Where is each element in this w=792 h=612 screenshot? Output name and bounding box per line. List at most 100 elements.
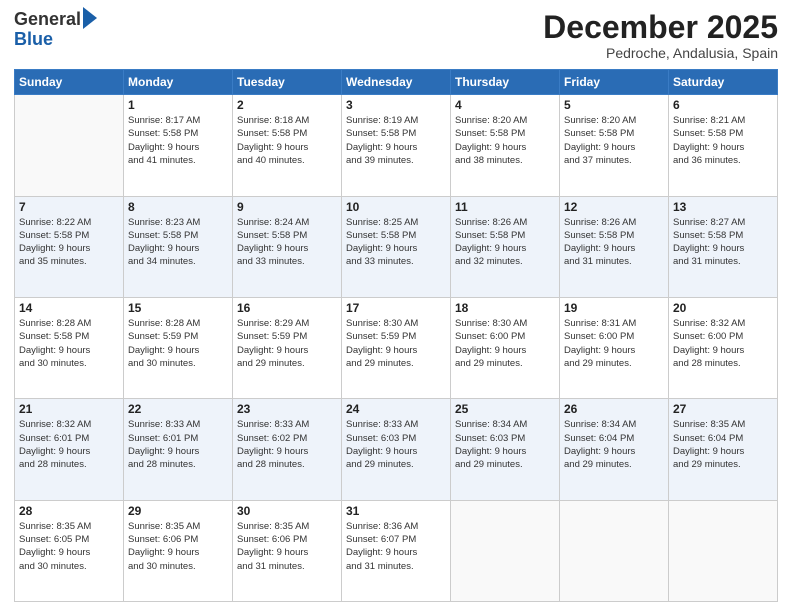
day-info: Sunrise: 8:30 AM Sunset: 5:59 PM Dayligh…	[346, 317, 446, 370]
table-row: 6Sunrise: 8:21 AM Sunset: 5:58 PM Daylig…	[669, 95, 778, 196]
day-number: 30	[237, 504, 337, 518]
day-number: 24	[346, 402, 446, 416]
logo: General Blue	[14, 10, 97, 50]
page-container: General Blue December 2025 Pedroche, And…	[0, 0, 792, 612]
header-thursday: Thursday	[451, 70, 560, 95]
table-row: 4Sunrise: 8:20 AM Sunset: 5:58 PM Daylig…	[451, 95, 560, 196]
day-number: 5	[564, 98, 664, 112]
location: Pedroche, Andalusia, Spain	[543, 45, 778, 61]
table-row: 8 Sunrise: 8:23 AM Sunset: 5:58 PM Daylig…	[124, 196, 233, 297]
logo-general: General	[14, 10, 81, 30]
day-info: Sunrise: 8:31 AM Sunset: 6:00 PM Dayligh…	[564, 317, 664, 370]
table-row	[669, 500, 778, 601]
header-friday: Friday	[560, 70, 669, 95]
day-info: Sunrise: 8:33 AM Sunset: 6:01 PM Dayligh…	[128, 418, 228, 471]
calendar-week-row: 1 Sunrise: 8:17 AM Sunset: 5:58 PM Daylig…	[15, 95, 778, 196]
calendar-table: Sunday Monday Tuesday Wednesday Thursday…	[14, 69, 778, 602]
day-number: 28	[19, 504, 119, 518]
table-row: 13 Sunrise: 8:27 AM Sunset: 5:58 PM Dayli…	[669, 196, 778, 297]
table-row: 21Sunrise: 8:32 AM Sunset: 6:01 PM Dayli…	[15, 399, 124, 500]
calendar-week-row: 21Sunrise: 8:32 AM Sunset: 6:01 PM Dayli…	[15, 399, 778, 500]
table-row: 29 Sunrise: 8:35 AM Sunset: 6:06 PM Dayli…	[124, 500, 233, 601]
table-row: 25Sunrise: 8:34 AM Sunset: 6:03 PM Dayli…	[451, 399, 560, 500]
logo-blue: Blue	[14, 30, 97, 50]
day-number: 22	[128, 402, 228, 416]
calendar-header-row: Sunday Monday Tuesday Wednesday Thursday…	[15, 70, 778, 95]
table-row: 10 Sunrise: 8:25 AM Sunset: 5:58 PM Dayli…	[342, 196, 451, 297]
calendar-week-row: 14 Sunrise: 8:28 AM Sunset: 5:58 PM Dayli…	[15, 297, 778, 398]
table-row: 31Sunrise: 8:36 AM Sunset: 6:07 PM Dayli…	[342, 500, 451, 601]
table-row: 27Sunrise: 8:35 AM Sunset: 6:04 PM Dayli…	[669, 399, 778, 500]
day-number: 27	[673, 402, 773, 416]
day-number: 23	[237, 402, 337, 416]
table-row: 14 Sunrise: 8:28 AM Sunset: 5:58 PM Dayli…	[15, 297, 124, 398]
table-row: 18Sunrise: 8:30 AM Sunset: 6:00 PM Dayli…	[451, 297, 560, 398]
calendar-week-row: 7 Sunrise: 8:22 AM Sunset: 5:58 PM Daylig…	[15, 196, 778, 297]
table-row: 12Sunrise: 8:26 AM Sunset: 5:58 PM Dayli…	[560, 196, 669, 297]
day-number: 21	[19, 402, 119, 416]
day-number: 10	[346, 200, 446, 214]
day-info: Sunrise: 8:19 AM Sunset: 5:58 PM Dayligh…	[346, 114, 446, 167]
day-info: Sunrise: 8:18 AM Sunset: 5:58 PM Dayligh…	[237, 114, 337, 167]
title-area: December 2025 Pedroche, Andalusia, Spain	[543, 10, 778, 61]
day-number: 3	[346, 98, 446, 112]
day-number: 25	[455, 402, 555, 416]
day-number: 1	[128, 98, 228, 112]
header-wednesday: Wednesday	[342, 70, 451, 95]
day-info: Sunrise: 8:26 AM Sunset: 5:58 PM Dayligh…	[455, 216, 555, 269]
day-info: Sunrise: 8:35 AM Sunset: 6:05 PM Dayligh…	[19, 520, 119, 573]
table-row	[560, 500, 669, 601]
month-title: December 2025	[543, 10, 778, 45]
table-row: 3 Sunrise: 8:19 AM Sunset: 5:58 PM Daylig…	[342, 95, 451, 196]
day-number: 12	[564, 200, 664, 214]
table-row: 7 Sunrise: 8:22 AM Sunset: 5:58 PM Daylig…	[15, 196, 124, 297]
day-info: Sunrise: 8:33 AM Sunset: 6:02 PM Dayligh…	[237, 418, 337, 471]
table-row: 9 Sunrise: 8:24 AM Sunset: 5:58 PM Daylig…	[233, 196, 342, 297]
day-info: Sunrise: 8:28 AM Sunset: 5:59 PM Dayligh…	[128, 317, 228, 370]
logo-text: General Blue	[14, 10, 97, 50]
day-number: 17	[346, 301, 446, 315]
table-row: 11Sunrise: 8:26 AM Sunset: 5:58 PM Dayli…	[451, 196, 560, 297]
day-number: 18	[455, 301, 555, 315]
day-number: 14	[19, 301, 119, 315]
table-row: 28 Sunrise: 8:35 AM Sunset: 6:05 PM Dayli…	[15, 500, 124, 601]
table-row: 16Sunrise: 8:29 AM Sunset: 5:59 PM Dayli…	[233, 297, 342, 398]
table-row: 24 Sunrise: 8:33 AM Sunset: 6:03 PM Dayli…	[342, 399, 451, 500]
day-info: Sunrise: 8:23 AM Sunset: 5:58 PM Dayligh…	[128, 216, 228, 269]
table-row: 15Sunrise: 8:28 AM Sunset: 5:59 PM Dayli…	[124, 297, 233, 398]
table-row: 30 Sunrise: 8:35 AM Sunset: 6:06 PM Dayli…	[233, 500, 342, 601]
day-number: 13	[673, 200, 773, 214]
day-number: 29	[128, 504, 228, 518]
day-info: Sunrise: 8:20 AM Sunset: 5:58 PM Dayligh…	[564, 114, 664, 167]
day-info: Sunrise: 8:24 AM Sunset: 5:58 PM Dayligh…	[237, 216, 337, 269]
day-info: Sunrise: 8:34 AM Sunset: 6:04 PM Dayligh…	[564, 418, 664, 471]
table-row: 22 Sunrise: 8:33 AM Sunset: 6:01 PM Dayli…	[124, 399, 233, 500]
day-number: 7	[19, 200, 119, 214]
header-sunday: Sunday	[15, 70, 124, 95]
day-number: 2	[237, 98, 337, 112]
header-tuesday: Tuesday	[233, 70, 342, 95]
day-info: Sunrise: 8:35 AM Sunset: 6:06 PM Dayligh…	[237, 520, 337, 573]
day-number: 8	[128, 200, 228, 214]
table-row	[15, 95, 124, 196]
table-row: 1 Sunrise: 8:17 AM Sunset: 5:58 PM Daylig…	[124, 95, 233, 196]
day-number: 9	[237, 200, 337, 214]
table-row: 20 Sunrise: 8:32 AM Sunset: 6:00 PM Dayli…	[669, 297, 778, 398]
day-info: Sunrise: 8:21 AM Sunset: 5:58 PM Dayligh…	[673, 114, 773, 167]
day-info: Sunrise: 8:35 AM Sunset: 6:06 PM Dayligh…	[128, 520, 228, 573]
day-number: 26	[564, 402, 664, 416]
calendar-week-row: 28 Sunrise: 8:35 AM Sunset: 6:05 PM Dayli…	[15, 500, 778, 601]
day-info: Sunrise: 8:22 AM Sunset: 5:58 PM Dayligh…	[19, 216, 119, 269]
day-info: Sunrise: 8:32 AM Sunset: 6:00 PM Dayligh…	[673, 317, 773, 370]
day-info: Sunrise: 8:28 AM Sunset: 5:58 PM Dayligh…	[19, 317, 119, 370]
day-info: Sunrise: 8:27 AM Sunset: 5:58 PM Dayligh…	[673, 216, 773, 269]
day-info: Sunrise: 8:33 AM Sunset: 6:03 PM Dayligh…	[346, 418, 446, 471]
table-row: 23 Sunrise: 8:33 AM Sunset: 6:02 PM Dayli…	[233, 399, 342, 500]
day-info: Sunrise: 8:17 AM Sunset: 5:58 PM Dayligh…	[128, 114, 228, 167]
table-row: 26 Sunrise: 8:34 AM Sunset: 6:04 PM Dayli…	[560, 399, 669, 500]
header-saturday: Saturday	[669, 70, 778, 95]
day-info: Sunrise: 8:25 AM Sunset: 5:58 PM Dayligh…	[346, 216, 446, 269]
day-number: 31	[346, 504, 446, 518]
day-info: Sunrise: 8:29 AM Sunset: 5:59 PM Dayligh…	[237, 317, 337, 370]
day-number: 20	[673, 301, 773, 315]
